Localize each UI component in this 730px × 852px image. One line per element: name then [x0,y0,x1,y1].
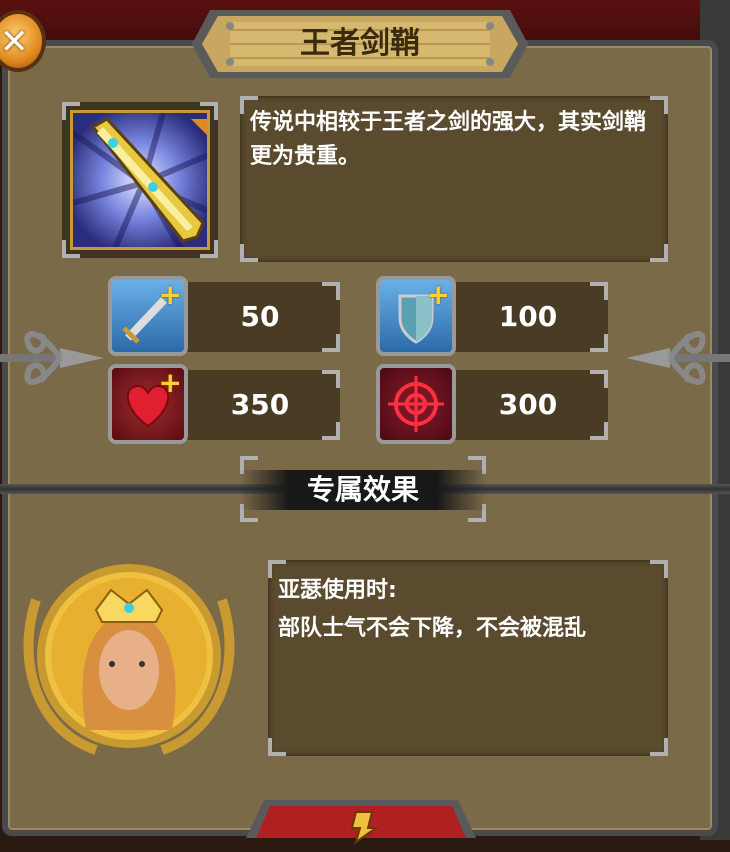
stat-health: + 350 [108,364,344,444]
section-header: 专属效果 [240,456,486,522]
scabbard-icon [70,110,210,250]
stat-crit-value: 300 [498,388,558,421]
left-ornament-icon [0,331,104,385]
stat-attack: + 50 [108,276,344,356]
title-plate: 王者剑鞘 [190,6,530,82]
description-box: 传说中相较于王者之剑的强大，其实剑鞘更为贵重。 [240,96,668,262]
item-icon-frame [62,102,218,258]
close-icon: ✕ [0,22,29,62]
stat-defense-value: 100 [498,300,558,333]
crosshair-target-icon [376,364,456,444]
stat-defense: + 100 [376,276,612,356]
sword-attack-icon: + [108,276,188,356]
heart-health-icon: + [108,364,188,444]
shield-defense-icon: + [376,276,456,356]
section-title: 专属效果 [306,473,419,506]
effect-description: 部队士气不会下降，不会被混乱 [278,616,587,641]
item-description: 传说中相较于王者之剑的强大，其实剑鞘更为贵重。 [250,110,647,169]
stat-attack-value: 50 [240,300,280,333]
stat-health-value: 350 [230,388,290,421]
item-title: 王者剑鞘 [300,26,420,61]
right-ornament-icon [626,331,730,385]
hero-portrait [16,560,242,760]
effect-condition: 亚瑟使用时: [278,578,397,603]
stat-crit: 300 [376,364,612,444]
effect-box: 亚瑟使用时: 部队士气不会下降，不会被混乱 [268,560,668,756]
equip-button[interactable] [244,798,478,848]
